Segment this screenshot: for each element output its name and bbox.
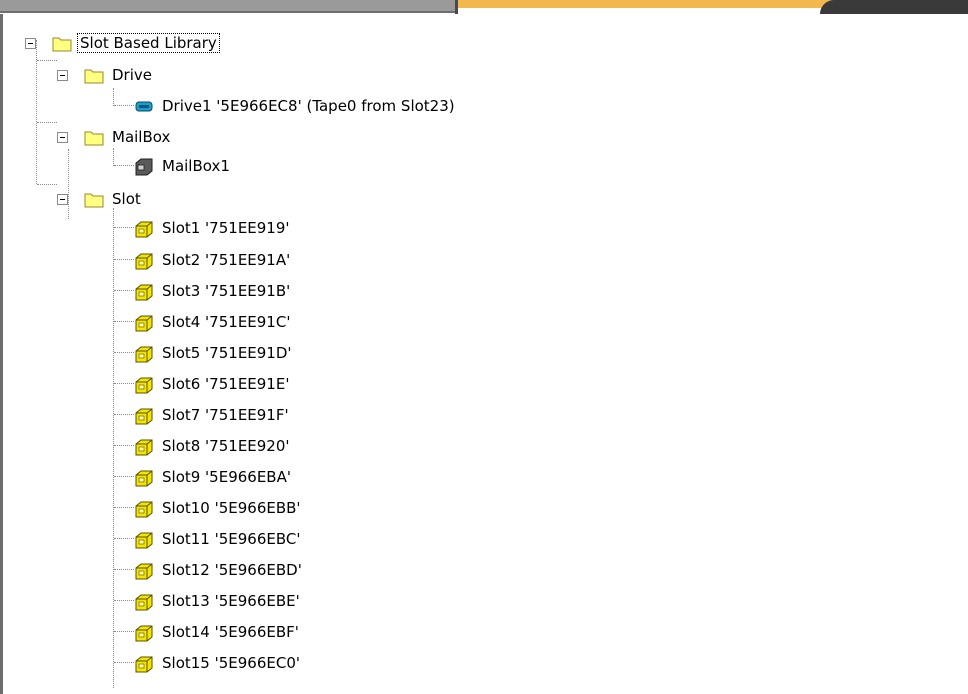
tree-line	[114, 321, 134, 322]
tree-node-mailbox-group[interactable]: MailBox	[83, 122, 173, 151]
tape-cartridge-icon	[135, 221, 153, 237]
tree-node-slot[interactable]: Slot2 '751EE91A'	[133, 245, 293, 274]
tree-node-label: Slot3 '751EE91B'	[162, 281, 291, 300]
tree-line	[114, 165, 134, 166]
tree-node-slot[interactable]: Slot10 '5E966EBB'	[133, 493, 304, 522]
tree-line	[114, 259, 134, 260]
library-tree-view[interactable]: Slot Based Library Drive Drive1 '5E966EC…	[0, 14, 968, 694]
tree-line	[37, 184, 57, 185]
folder-icon	[52, 37, 72, 51]
tree-node-slot[interactable]: Slot5 '751EE91D'	[133, 338, 295, 367]
tree-node-label: Slot1 '751EE919'	[162, 218, 290, 237]
tree-line	[37, 60, 57, 61]
tree-node-label: Slot11 '5E966EBC'	[162, 529, 301, 548]
tree-line	[114, 569, 134, 570]
tree-node-label: Slot13 '5E966EBE'	[162, 591, 300, 610]
tree-node-label: Slot12 '5E966EBD'	[162, 560, 302, 579]
tree-node-slot[interactable]: Slot12 '5E966EBD'	[133, 555, 305, 584]
tree-node-label: Slot8 '751EE920'	[162, 436, 290, 455]
tree-node-slot[interactable]: Slot13 '5E966EBE'	[133, 586, 303, 615]
tree-node-label: Slot10 '5E966EBB'	[162, 498, 301, 517]
tree-node-label: Slot4 '751EE91C'	[162, 312, 291, 331]
mailbox-collapse-toggle[interactable]	[57, 132, 68, 143]
tape-cartridge-icon	[135, 346, 153, 362]
tree-node-slot[interactable]: Slot15 '5E966EC0'	[133, 648, 303, 677]
tree-node-slot[interactable]: Slot9 '5E966EBA'	[133, 462, 294, 491]
tree-node-label: Slot2 '751EE91A'	[162, 250, 291, 269]
folder-icon	[84, 131, 104, 145]
tree-node-slot[interactable]: Slot1 '751EE919'	[133, 213, 293, 242]
tree-line	[114, 414, 134, 415]
tree-line	[37, 122, 57, 123]
top-right-tab-edge	[820, 0, 968, 14]
tree-line	[114, 445, 134, 446]
tree-line	[113, 88, 114, 106]
tree-node-label: Slot Based Library	[77, 32, 220, 53]
tape-cartridge-icon	[135, 532, 153, 548]
tree-line	[114, 383, 134, 384]
tree-line	[114, 227, 134, 228]
tape-cartridge-icon	[135, 377, 153, 393]
tree-line	[114, 631, 134, 632]
tree-line	[114, 538, 134, 539]
tree-line	[114, 507, 134, 508]
tree-node-slot[interactable]: Slot8 '751EE920'	[133, 431, 293, 460]
tree-line	[113, 208, 114, 688]
tree-line	[114, 662, 134, 663]
tree-node-mailbox1[interactable]: MailBox1	[133, 151, 233, 180]
tape-cartridge-icon	[135, 625, 153, 641]
tape-cartridge-icon	[135, 284, 153, 300]
tree-node-label: Slot5 '751EE91D'	[162, 343, 292, 362]
tree-node-label: Slot15 '5E966EC0'	[162, 653, 300, 672]
tree-line	[114, 600, 134, 601]
tree-node-drive1[interactable]: Drive1 '5E966EC8' (Tape0 from Slot23)	[133, 91, 458, 120]
tree-node-slot[interactable]: Slot7 '751EE91F'	[133, 400, 292, 429]
tree-line	[114, 352, 134, 353]
tape-cartridge-icon	[135, 501, 153, 517]
tree-node-label: Slot6 '751EE91E'	[162, 374, 290, 393]
tree-node-slot[interactable]: Slot6 '751EE91E'	[133, 369, 292, 398]
tree-line	[114, 290, 134, 291]
mailbox-icon	[135, 158, 153, 175]
tape-cartridge-icon	[135, 315, 153, 331]
tape-cartridge-icon	[135, 408, 153, 424]
tree-node-label: Drive	[112, 65, 152, 84]
slot-collapse-toggle[interactable]	[57, 194, 68, 205]
top-toolbar-strip	[0, 0, 968, 14]
tree-node-label: MailBox	[112, 127, 171, 146]
folder-icon	[84, 193, 104, 207]
tape-cartridge-icon	[135, 253, 153, 269]
tree-node-label: Slot14 '5E966EBF'	[162, 622, 299, 641]
tree-node-root[interactable]: Slot Based Library	[51, 28, 220, 57]
tape-cartridge-icon	[135, 470, 153, 486]
tape-cartridge-icon	[135, 563, 153, 579]
tree-node-slot[interactable]: Slot3 '751EE91B'	[133, 276, 293, 305]
tree-node-slot[interactable]: Slot11 '5E966EBC'	[133, 524, 303, 553]
folder-icon	[84, 69, 104, 83]
tree-node-label: Slot	[112, 189, 141, 208]
tree-node-slot[interactable]: Slot4 '751EE91C'	[133, 307, 293, 336]
tree-node-slot-group[interactable]: Slot	[83, 184, 144, 213]
tree-node-slot[interactable]: Slot14 '5E966EBF'	[133, 617, 302, 646]
root-collapse-toggle[interactable]	[25, 38, 36, 49]
tape-cartridge-icon	[135, 594, 153, 610]
tree-line	[114, 476, 134, 477]
tree-node-label: Slot9 '5E966EBA'	[162, 467, 291, 486]
tree-node-label: Slot7 '751EE91F'	[162, 405, 289, 424]
tape-cartridge-icon	[135, 439, 153, 455]
tree-line	[114, 105, 134, 106]
tree-node-label: Drive1 '5E966EC8' (Tape0 from Slot23)	[162, 96, 455, 115]
tree-line	[68, 149, 69, 219]
tree-node-label: MailBox1	[162, 156, 230, 175]
tree-node-drive-group[interactable]: Drive	[83, 60, 155, 89]
tree-line	[36, 40, 37, 184]
drive-collapse-toggle[interactable]	[57, 70, 68, 81]
tape-cartridge-icon	[135, 656, 153, 672]
tape-drive-icon	[135, 101, 153, 111]
top-left-panel-edge	[0, 0, 458, 13]
